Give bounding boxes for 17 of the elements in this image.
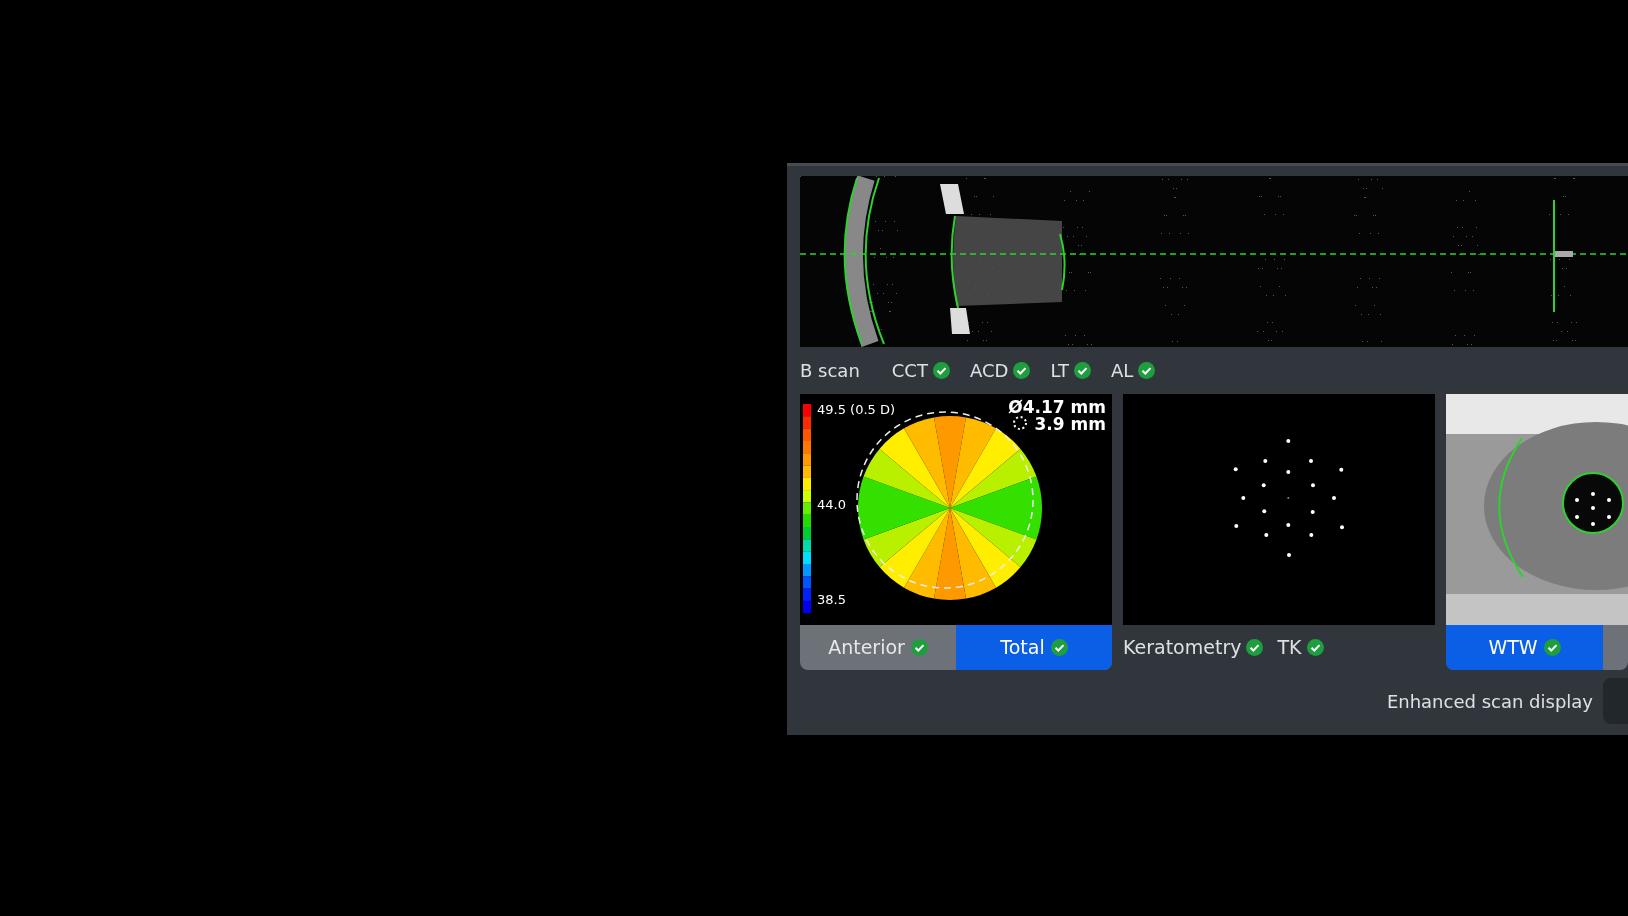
tab[interactable]: Anterior: [800, 625, 956, 670]
measurement-label: ACD: [969, 359, 1009, 383]
scale-label: 38.5: [817, 593, 846, 606]
zone-value: 3.9 mm: [1034, 416, 1106, 433]
measurement-label: CCT: [891, 359, 928, 383]
tab[interactable]: WTW: [1446, 625, 1603, 670]
enhanced-scan-display-label: Enhanced scan display: [1386, 689, 1593, 714]
scale-label: 44.0: [817, 498, 846, 511]
measurement-label: TK: [1277, 635, 1302, 661]
tab[interactable]: Total: [956, 625, 1112, 670]
scale-label: 49.5 (0.5 D): [817, 403, 896, 416]
b-scan-label: B scan: [800, 359, 860, 383]
dotted-circle-icon: [1012, 415, 1028, 431]
measurement-label: AL: [1110, 359, 1134, 383]
measurement-label: LT: [1050, 359, 1069, 383]
diameter-value: Ø4.17 mm: [1008, 399, 1106, 416]
measurement-label: Keratometry: [1123, 635, 1242, 661]
